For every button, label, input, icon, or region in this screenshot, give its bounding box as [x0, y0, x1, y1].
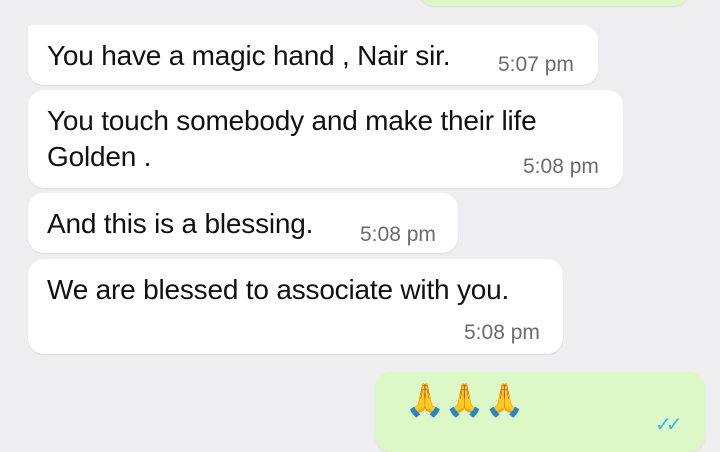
- chat-conversation: You have a magic hand , Nair sir. 5:07 p…: [0, 0, 720, 452]
- message-text: You touch somebody and make their life G…: [47, 105, 537, 172]
- outgoing-message-bubble-partial[interactable]: [418, 0, 690, 6]
- outgoing-message-bubble[interactable]: 🙏🙏🙏 ✓✓: [375, 372, 705, 452]
- emoji-row: 🙏🙏🙏: [405, 380, 525, 420]
- incoming-message-bubble[interactable]: And this is a blessing. 5:08 pm: [28, 193, 458, 253]
- incoming-message-bubble[interactable]: You touch somebody and make their life G…: [28, 90, 623, 188]
- message-timestamp: 5:08 pm: [523, 155, 599, 178]
- folded-hands-icon: 🙏🙏🙏: [405, 381, 525, 419]
- message-text: We are blessed to associate with you.: [47, 274, 510, 305]
- message-timestamp: 5:08 pm: [360, 223, 436, 246]
- message-text: You have a magic hand , Nair sir.: [47, 40, 451, 71]
- incoming-message-bubble[interactable]: You have a magic hand , Nair sir. 5:07 p…: [28, 25, 598, 85]
- read-receipt-icon: ✓✓: [655, 414, 682, 436]
- message-text: And this is a blessing.: [47, 208, 314, 239]
- message-timestamp: 5:07 pm: [498, 53, 574, 76]
- incoming-message-bubble[interactable]: We are blessed to associate with you. 5:…: [28, 259, 563, 354]
- message-timestamp: 5:08 pm: [464, 321, 540, 344]
